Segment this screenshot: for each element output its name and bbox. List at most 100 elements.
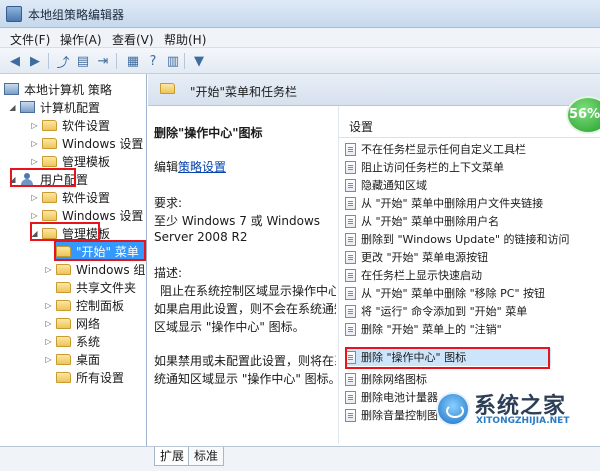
tree-item-shared-folders[interactable]: 共享文件夹	[56, 278, 136, 296]
expand-icon[interactable]: ▷	[30, 139, 39, 148]
expand-icon[interactable]: ▷	[44, 337, 53, 346]
description-text-1: 阻止在系统控制区域显示操作中心。	[160, 284, 336, 298]
help-icon[interactable]: ?	[144, 52, 162, 70]
setting-row[interactable]: 从 "开始" 菜单中删除用户文件夹链接	[345, 194, 543, 212]
collapse-icon[interactable]: ◢	[8, 103, 17, 112]
annotation-admin-templates	[30, 222, 100, 241]
expand-icon[interactable]: ▷	[30, 193, 39, 202]
policy-document-icon	[345, 214, 356, 228]
tree-item-windows-components[interactable]: ▷ Windows 组件	[44, 260, 146, 278]
toolbar-separator	[116, 53, 117, 69]
setting-row[interactable]: 阻止访问任务栏的上下文菜单	[345, 158, 504, 176]
tree-item-control-panel[interactable]: ▷ 控制面板	[44, 296, 124, 314]
setting-row[interactable]: 不在任务栏显示任何自定义工具栏	[345, 140, 526, 158]
menu-file[interactable]: 文件(F)	[10, 31, 50, 48]
tab-extended[interactable]: 扩展	[154, 447, 191, 466]
policy-document-icon	[345, 322, 356, 336]
menu-action[interactable]: 操作(A)	[60, 31, 102, 48]
setting-row[interactable]: 在任务栏上显示快速启动	[345, 266, 482, 284]
setting-row[interactable]: 更改 "开始" 菜单电源按钮	[345, 248, 488, 266]
annotation-start-menu	[54, 240, 146, 261]
folder-icon	[56, 281, 71, 293]
properties-icon[interactable]: ▦	[124, 52, 142, 70]
tab-standard[interactable]: 标准	[188, 447, 225, 466]
requirements-text-2: Server 2008 R2	[154, 230, 248, 244]
progress-badge: 56%	[566, 96, 600, 134]
expand-icon[interactable]: ▷	[30, 211, 39, 220]
setting-row[interactable]: 将 "运行" 命令添加到 "开始" 菜单	[345, 302, 527, 320]
policy-document-icon	[345, 268, 356, 282]
menu-view[interactable]: 查看(V)	[112, 31, 154, 48]
folder-icon	[56, 353, 71, 365]
requirements-text-1: 至少 Windows 7 或 Windows	[154, 214, 321, 228]
setting-row[interactable]: 隐藏通知区域	[345, 176, 427, 194]
title-bar: 本地组策略编辑器	[0, 0, 600, 28]
setting-row[interactable]: 删除电池计量器	[345, 388, 438, 406]
folder-icon	[160, 83, 175, 94]
tree-item-system[interactable]: ▷ 系统	[44, 332, 100, 350]
app-icon	[6, 6, 22, 22]
policy-document-icon	[345, 178, 356, 192]
tree-item-computer-config[interactable]: ◢ 计算机配置	[8, 98, 100, 116]
description-text-3: 区域显示 "操作中心" 图标。	[154, 320, 305, 334]
forward-arrow-icon[interactable]: ▶	[26, 52, 44, 70]
folder-icon	[56, 335, 71, 347]
tree-item-software-settings[interactable]: ▷ 软件设置	[30, 116, 110, 134]
expand-icon[interactable]: ▷	[44, 355, 53, 364]
expand-icon[interactable]: ▷	[44, 301, 53, 310]
tree-item-windows-settings[interactable]: ▷ Windows 设置	[30, 134, 143, 152]
edit-policy-line: 编辑策略设置	[154, 160, 227, 174]
folder-icon	[42, 155, 57, 167]
policy-document-icon	[345, 196, 356, 210]
expand-icon[interactable]: ▷	[30, 157, 39, 166]
export-list-icon[interactable]: ⇥	[94, 52, 112, 70]
folder-icon	[56, 263, 71, 275]
expand-icon[interactable]: ▷	[30, 121, 39, 130]
description-text-2: 如果启用此设置，则不会在系统通知	[154, 302, 336, 316]
edit-policy-link[interactable]: 策略设置	[178, 160, 226, 174]
folder-icon	[56, 371, 71, 383]
tree-footer	[0, 446, 148, 471]
requirements-label: 要求:	[154, 196, 183, 210]
setting-row[interactable]: 删除网络图标	[345, 370, 427, 388]
policy-document-icon	[345, 250, 356, 264]
folder-icon	[42, 191, 57, 203]
policy-document-icon	[345, 160, 356, 174]
setting-row[interactable]: 从 "开始" 菜单中删除用户名	[345, 212, 499, 230]
setting-row[interactable]: 删除到 "Windows Update" 的链接和访问	[345, 230, 570, 248]
policy-document-icon	[345, 142, 356, 156]
settings-column-header[interactable]: 设置	[339, 116, 600, 138]
window-title: 本地组策略编辑器	[28, 8, 125, 22]
view-tabs: 扩展 标准	[148, 446, 600, 471]
annotation-remove-action-center	[345, 347, 550, 369]
filter-icon[interactable]: ▼	[190, 52, 208, 70]
tree-item-network[interactable]: ▷ 网络	[44, 314, 100, 332]
category-header: "开始"菜单和任务栏	[148, 74, 600, 106]
menu-bar: 文件(F) 操作(A) 查看(V) 帮助(H)	[0, 28, 600, 48]
setting-row[interactable]: 从 "开始" 菜单中删除 "移除 PC" 按钮	[345, 284, 545, 302]
menu-help[interactable]: 帮助(H)	[164, 31, 206, 48]
expand-icon[interactable]: ▷	[44, 265, 53, 274]
watermark: 系统之家 XITONGZHIJIA.NET	[436, 388, 600, 436]
export-list-icon-2[interactable]: ▥	[164, 52, 182, 70]
annotation-user-config	[10, 168, 76, 187]
policy-title: 删除"操作中心"图标	[154, 126, 263, 140]
up-folder-icon[interactable]: ⤴	[54, 52, 72, 71]
back-arrow-icon[interactable]: ◀	[6, 52, 24, 70]
show-tree-icon[interactable]: ▤	[74, 52, 92, 70]
watermark-url: XITONGZHIJIA.NET	[476, 416, 570, 426]
tree-item-user-software-settings[interactable]: ▷ 软件设置	[30, 188, 110, 206]
folder-icon	[56, 299, 71, 311]
setting-row[interactable]: 删除 "开始" 菜单上的 "注销"	[345, 320, 502, 338]
category-title: "开始"菜单和任务栏	[190, 85, 298, 99]
tree-item-local-policy[interactable]: 本地计算机 策略	[4, 80, 112, 98]
tree-item-all-settings[interactable]: 所有设置	[56, 368, 124, 386]
description-text-4: 如果禁用或未配置此设置，则将在系	[154, 354, 336, 368]
expand-icon[interactable]: ▷	[44, 319, 53, 328]
setting-row[interactable]: 删除音量控制图标	[345, 406, 449, 424]
policy-document-icon	[345, 232, 356, 246]
tree-item-desktop[interactable]: ▷ 桌面	[44, 350, 100, 368]
policy-document-icon	[345, 390, 356, 404]
policy-document-icon	[345, 372, 356, 386]
folder-icon	[42, 119, 57, 131]
